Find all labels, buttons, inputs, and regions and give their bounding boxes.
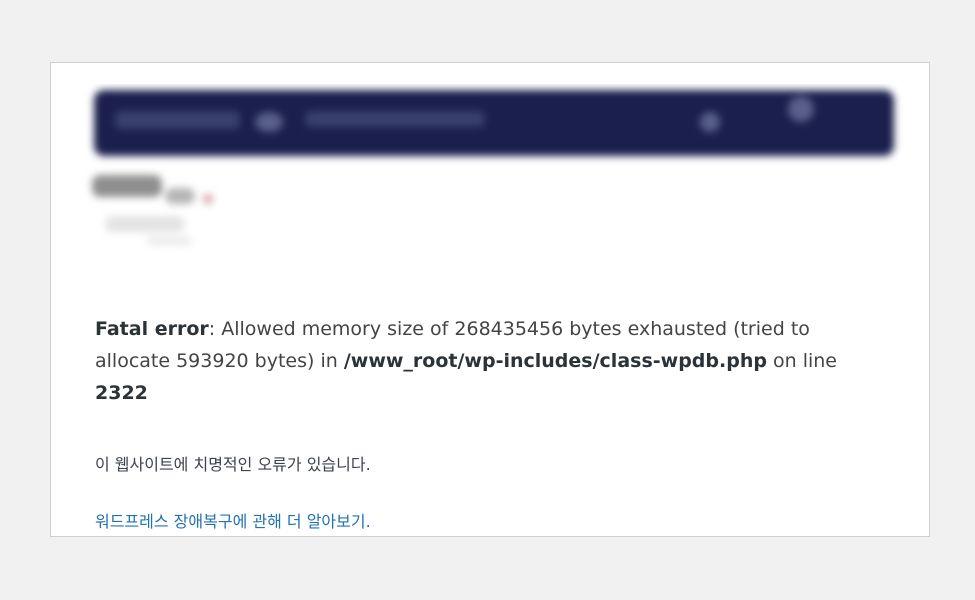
blurred-menu-icon <box>255 112 283 132</box>
blurred-menu-item <box>305 111 485 127</box>
fatal-error-message: Fatal error: Allowed memory size of 2684… <box>95 313 885 409</box>
blurred-status-dot <box>203 194 213 204</box>
line-text: on line <box>766 350 837 372</box>
blurred-heading-suffix <box>165 188 195 204</box>
blurred-logo <box>115 111 240 129</box>
error-card: Fatal error: Allowed memory size of 2684… <box>50 62 930 537</box>
error-line-number: 2322 <box>95 382 148 404</box>
fatal-error-label: Fatal error <box>95 318 209 340</box>
blurred-subtext <box>105 216 185 232</box>
error-file-path: /www_root/wp-includes/class-wpdb.php <box>343 350 767 372</box>
blurred-avatar-icon <box>788 96 814 122</box>
blurred-page-preview <box>80 84 907 274</box>
blurred-heading-text <box>92 175 162 197</box>
troubleshooting-link[interactable]: 워드프레스 장애복구에 관해 더 알아보기. <box>95 510 371 534</box>
blurred-small-text <box>147 237 192 245</box>
error-message-section: Fatal error: Allowed memory size of 2684… <box>95 313 885 534</box>
critical-error-notice: 이 웹사이트에 치명적인 오류가 있습니다. <box>95 455 371 474</box>
blurred-screenshot-image <box>80 84 907 274</box>
blurred-account-icon <box>700 112 720 132</box>
